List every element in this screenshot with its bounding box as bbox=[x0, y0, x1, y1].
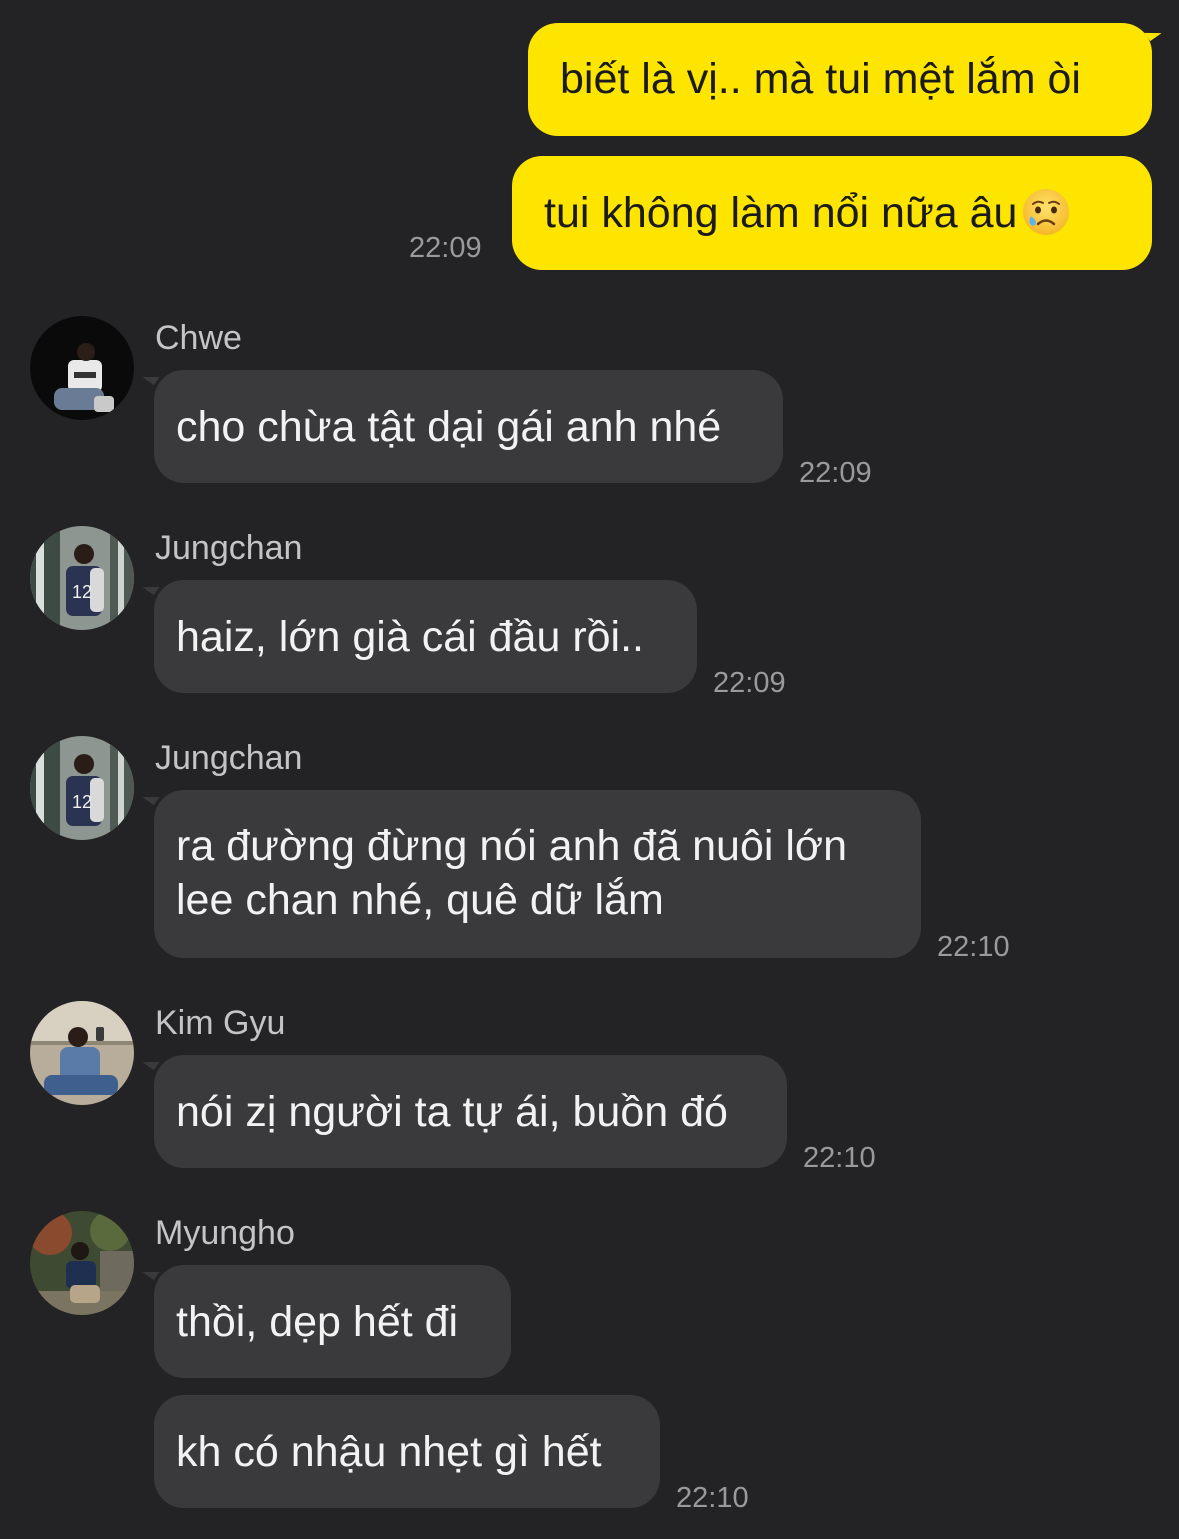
message-text: biết là vị.. mà tui mệt lắm òi bbox=[560, 55, 1081, 103]
outgoing-message-bubble[interactable]: tui không làm nổi nữa âu bbox=[512, 156, 1152, 270]
incoming-message-bubble[interactable]: thồi, dẹp hết đi bbox=[154, 1265, 511, 1378]
sender-name: Kim Gyu bbox=[155, 1004, 286, 1042]
svg-text:12: 12 bbox=[72, 582, 92, 602]
incoming-bubble-tail bbox=[142, 788, 160, 806]
sender-name: Myungho bbox=[155, 1214, 295, 1252]
incoming-message-bubble[interactable]: cho chừa tật dại gái anh nhé bbox=[154, 370, 783, 483]
incoming-bubble-tail bbox=[142, 368, 160, 386]
incoming-message-bubble[interactable]: ra đường đừng nói anh đã nuôi lớn lee ch… bbox=[154, 790, 921, 958]
incoming-bubble-tail bbox=[142, 1263, 160, 1281]
incoming-bubble-tail bbox=[142, 1053, 160, 1071]
message-timestamp: 22:09 bbox=[713, 667, 786, 699]
sender-name: Jungchan bbox=[155, 739, 303, 777]
message-text: nói zị người ta tự ái, buồn đó bbox=[176, 1088, 728, 1136]
message-timestamp: 22:09 bbox=[799, 457, 872, 489]
message-text: tui không làm nổi nữa âu bbox=[544, 189, 1018, 237]
avatar-jungchan[interactable]: 12 bbox=[30, 736, 134, 840]
avatar-myungho[interactable] bbox=[30, 1211, 134, 1315]
message-text: haiz, lớn già cái đầu rồi.. bbox=[176, 613, 645, 661]
crying-face-emoji-icon bbox=[1021, 187, 1071, 237]
message-text: cho chừa tật dại gái anh nhé bbox=[176, 403, 722, 451]
incoming-message-bubble[interactable]: kh có nhậu nhẹt gì hết bbox=[154, 1395, 660, 1508]
svg-text:12: 12 bbox=[72, 792, 92, 812]
message-timestamp: 22:10 bbox=[937, 931, 1010, 963]
outgoing-message-bubble[interactable]: biết là vị.. mà tui mệt lắm òi bbox=[528, 23, 1152, 136]
incoming-bubble-tail bbox=[142, 578, 160, 596]
avatar-chwe[interactable] bbox=[30, 316, 134, 420]
message-timestamp: 22:09 bbox=[409, 232, 482, 264]
sender-name: Jungchan bbox=[155, 529, 303, 567]
avatar-kim-gyu[interactable] bbox=[30, 1001, 134, 1105]
message-text: kh có nhậu nhẹt gì hết bbox=[176, 1428, 602, 1476]
incoming-message-bubble[interactable]: haiz, lớn già cái đầu rồi.. bbox=[154, 580, 697, 693]
message-text: ra đường đừng nói anh đã nuôi lớn lee ch… bbox=[176, 822, 848, 924]
message-timestamp: 22:10 bbox=[676, 1482, 749, 1514]
avatar-jungchan[interactable]: 12 bbox=[30, 526, 134, 630]
message-timestamp: 22:10 bbox=[803, 1142, 876, 1174]
message-text: thồi, dẹp hết đi bbox=[176, 1298, 459, 1346]
sender-name: Chwe bbox=[155, 319, 242, 357]
incoming-message-bubble[interactable]: nói zị người ta tự ái, buồn đó bbox=[154, 1055, 787, 1168]
